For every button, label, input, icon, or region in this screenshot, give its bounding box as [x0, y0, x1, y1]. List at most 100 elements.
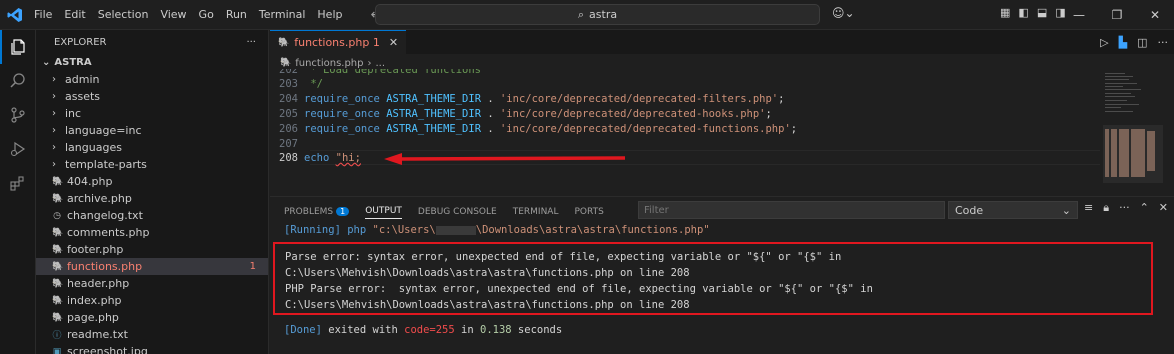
- source-control-icon[interactable]: [0, 98, 36, 132]
- chevron-right-icon: ›: [52, 74, 56, 85]
- menu-file[interactable]: File: [28, 0, 58, 30]
- toggle-panel-icon[interactable]: ⬓: [1037, 6, 1047, 19]
- done-text: in: [454, 324, 480, 336]
- open-changes-icon[interactable]: ▙: [1119, 36, 1127, 49]
- file-label: changelog.txt: [67, 209, 143, 222]
- folder-inc[interactable]: › inc: [36, 105, 268, 122]
- folder-label: inc: [65, 107, 82, 120]
- toggle-primary-sidebar-icon[interactable]: ◧: [1018, 6, 1028, 19]
- chevron-up-icon[interactable]: ⌃: [1140, 201, 1149, 215]
- explorer-sidebar: EXPLORER ··· ⌄ ASTRA › admin › assets › inc…: [36, 30, 269, 354]
- lock-icon[interactable]: 🔒︎: [1103, 201, 1109, 215]
- chevron-right-icon: ›: [52, 159, 56, 170]
- menu-run[interactable]: Run: [220, 0, 253, 30]
- menu-bar: File Edit Selection View Go Run Terminal…: [28, 0, 348, 30]
- clock-icon: ◷: [53, 210, 61, 221]
- redacted-block: [435, 225, 476, 235]
- php-icon: 🐘: [52, 176, 64, 187]
- output-channel-select[interactable]: Code ⌄: [948, 201, 1078, 219]
- php-icon: 🐘: [52, 295, 64, 306]
- menu-selection[interactable]: Selection: [92, 0, 155, 30]
- error-line-2: PHP Parse error: syntax error, unexpecte…: [285, 283, 880, 311]
- file-label: screenshot.jpg: [67, 345, 148, 354]
- search-text: astra: [589, 8, 618, 21]
- file-page-php[interactable]: 🐘 page.php: [36, 309, 268, 326]
- problem-count-badge: 1: [249, 261, 256, 272]
- more-actions-icon[interactable]: ···: [246, 37, 256, 48]
- run-debug-icon[interactable]: [0, 132, 36, 166]
- info-icon: ⓘ: [52, 331, 62, 341]
- running-path-b: \Downloads\astra\astra\functions.php": [475, 224, 710, 236]
- root-folder[interactable]: ⌄ ASTRA: [36, 54, 268, 71]
- file-footer-php[interactable]: 🐘 footer.php: [36, 241, 268, 258]
- code-line: 206 require_once ASTRA_THEME_DIR . 'inc/c…: [279, 123, 798, 135]
- breadcrumb-more[interactable]: ...: [376, 58, 386, 69]
- menu-view[interactable]: View: [154, 0, 192, 30]
- file-index-php[interactable]: 🐘 index.php: [36, 292, 268, 309]
- explorer-icon[interactable]: [0, 30, 36, 64]
- file-404-php[interactable]: 🐘 404.php: [36, 173, 268, 190]
- tab-output[interactable]: OUTPUT: [365, 206, 402, 219]
- folder-label: admin: [65, 73, 100, 86]
- running-tag: [Running]: [284, 224, 341, 236]
- activity-bar: [0, 30, 36, 354]
- tab-debug-console[interactable]: DEBUG CONSOLE: [418, 207, 497, 217]
- file-label: readme.txt: [67, 328, 128, 341]
- file-header-php[interactable]: 🐘 header.php: [36, 275, 268, 292]
- error-highlight-box: Parse error: syntax error, unexpected en…: [273, 242, 1153, 315]
- tab-terminal[interactable]: TERMINAL: [513, 207, 559, 217]
- copilot-icon[interactable]: ☺⌄: [832, 6, 855, 20]
- php-icon: 🐘: [280, 58, 292, 68]
- menu-go[interactable]: Go: [193, 0, 220, 30]
- tab-ports[interactable]: PORTS: [574, 207, 603, 217]
- tab-label: functions.php 1: [294, 36, 380, 49]
- extensions-icon[interactable]: [0, 166, 36, 200]
- more-actions-icon[interactable]: ···: [1158, 36, 1169, 49]
- command-center-search[interactable]: ⌕ astra: [375, 4, 820, 25]
- editor-scrollbar[interactable]: [1164, 69, 1174, 194]
- tab-problems[interactable]: PROBLEMS 1: [284, 207, 350, 217]
- file-changelog-txt[interactable]: ◷ changelog.txt: [36, 207, 268, 224]
- folder-admin[interactable]: › admin: [36, 71, 268, 88]
- file-label: 404.php: [67, 175, 113, 188]
- file-screenshot-jpg[interactable]: ▣ screenshot.jpg: [36, 343, 268, 354]
- chevron-right-icon: ›: [52, 125, 56, 136]
- file-comments-php[interactable]: 🐘 comments.php: [36, 224, 268, 241]
- search-icon[interactable]: [0, 64, 36, 98]
- customize-layout-icon[interactable]: ▦: [1000, 6, 1010, 19]
- close-icon[interactable]: ✕: [389, 36, 398, 49]
- close-panel-icon[interactable]: ✕: [1159, 201, 1168, 215]
- error-line-1: Parse error: syntax error, unexpected en…: [285, 251, 848, 279]
- tab-functions-php[interactable]: 🐘 functions.php 1 ✕: [270, 30, 407, 54]
- minimize-button[interactable]: —: [1060, 0, 1098, 30]
- folder-template-parts[interactable]: › template-parts: [36, 156, 268, 173]
- done-line: [Done] exited with code=255 in 0.138 sec…: [284, 323, 562, 338]
- restore-button[interactable]: ❐: [1098, 0, 1136, 30]
- menu-help[interactable]: Help: [311, 0, 348, 30]
- close-window-button[interactable]: ✕: [1136, 0, 1174, 30]
- php-icon: 🐘: [278, 37, 290, 48]
- more-actions-icon[interactable]: ···: [1119, 201, 1130, 215]
- chevron-right-icon: ›: [52, 91, 56, 102]
- folder-assets[interactable]: › assets: [36, 88, 268, 105]
- file-label: footer.php: [67, 243, 124, 256]
- filter-input[interactable]: [638, 201, 945, 219]
- minimap[interactable]: [1103, 69, 1163, 194]
- elapsed-time: 0.138: [480, 324, 512, 336]
- menu-edit[interactable]: Edit: [58, 0, 91, 30]
- done-text: exited with: [321, 324, 405, 336]
- file-archive-php[interactable]: 🐘 archive.php: [36, 190, 268, 207]
- run-code-icon[interactable]: ▷: [1100, 36, 1108, 49]
- channel-label: Code: [955, 203, 984, 217]
- folder-language-inc[interactable]: › language=inc: [36, 122, 268, 139]
- file-readme-txt[interactable]: ⓘ readme.txt: [36, 326, 268, 343]
- split-editor-icon[interactable]: ◫: [1137, 36, 1147, 49]
- output-panel: PROBLEMS 1 OUTPUT DEBUG CONSOLE TERMINAL …: [270, 196, 1174, 354]
- menu-terminal[interactable]: Terminal: [253, 0, 312, 30]
- folder-languages[interactable]: › languages: [36, 139, 268, 156]
- code-editor[interactable]: 202 * Load deprecated functions 203 */ 2…: [270, 69, 1100, 194]
- breadcrumb-file[interactable]: functions.php: [295, 58, 363, 69]
- list-icon[interactable]: ≡: [1084, 201, 1093, 215]
- folder-label: languages: [65, 141, 122, 154]
- file-functions-php[interactable]: 🐘 functions.php 1: [36, 258, 268, 275]
